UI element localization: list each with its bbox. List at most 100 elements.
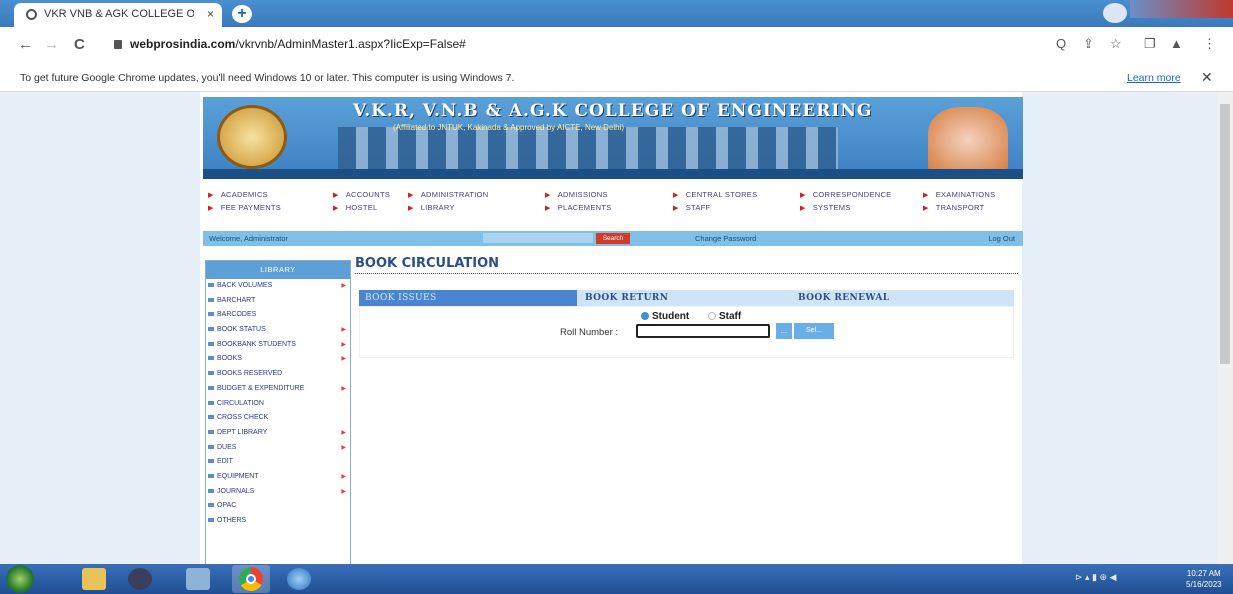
sidebar-item[interactable]: DUES ▶	[206, 441, 350, 456]
new-tab-button[interactable]: +	[232, 5, 252, 23]
address-bar[interactable]: webprosindia.com/vkrvnb/AdminMaster1.asp…	[114, 37, 466, 51]
menu-item[interactable]: STAFF	[673, 203, 710, 212]
menu-item[interactable]: ACCOUNTS	[333, 190, 390, 199]
system-tray[interactable]: ⊳ ▴ ▮ ⊕ ◀	[1075, 572, 1116, 583]
back-button[interactable]: ←	[18, 36, 33, 53]
account-icon[interactable]: ▲	[1170, 36, 1183, 51]
file-explorer-icon[interactable]	[82, 568, 106, 590]
menu-icon[interactable]: ⋮	[1203, 36, 1216, 52]
sidebar-item[interactable]: BOOKS RESERVED	[206, 367, 350, 382]
title-divider	[355, 273, 1018, 274]
logout-link[interactable]: Log Out	[988, 234, 1015, 243]
sidebar-item[interactable]: CIRCULATION	[206, 397, 350, 412]
globe-icon	[26, 9, 37, 20]
share-icon[interactable]: ⇪	[1083, 36, 1094, 52]
window-controls[interactable]	[1130, 0, 1233, 18]
page-scrollbar[interactable]	[1217, 92, 1233, 564]
tab-book-renewal[interactable]: BOOK RENEWAL	[795, 290, 1014, 306]
side-panel-icon[interactable]: ❐	[1144, 36, 1156, 52]
select-button[interactable]: Sel...	[794, 323, 834, 339]
menu-item[interactable]: EXAMINATIONS	[923, 190, 995, 199]
sidebar-item[interactable]: BARCODES	[206, 308, 350, 323]
sidebar-item-label: OPAC	[217, 502, 237, 510]
staff-radio-label: Staff	[719, 311, 742, 322]
sidebar-item-label: BOOK STATUS	[217, 326, 266, 334]
bullet-icon	[208, 503, 214, 508]
bullet-icon	[208, 327, 214, 332]
clock-date: 5/16/2023	[1186, 580, 1222, 589]
bullet-icon	[208, 312, 214, 317]
bullet-icon	[208, 341, 214, 346]
sidebar-item[interactable]: DEPT LIBRARY ▶	[206, 426, 350, 441]
clock[interactable]: 10:27 AM 5/16/2023	[1186, 568, 1222, 590]
site-content: V.K.R, V.N.B & A.G.K COLLEGE OF ENGINEER…	[200, 92, 1023, 565]
sidebar-item[interactable]: OTHERS	[206, 514, 350, 529]
menu-item[interactable]: ACADEMICS	[208, 190, 268, 199]
sidebar-item[interactable]: BOOK STATUS ▶	[206, 323, 350, 338]
sidebar-item[interactable]: BACK VOLUMES ▶	[206, 279, 350, 294]
tab-book-issues[interactable]: BOOK ISSUES	[359, 290, 577, 306]
scrollbar-thumb[interactable]	[1220, 104, 1230, 364]
sidebar-item-label: BARCHART	[217, 296, 256, 304]
tab-close-button[interactable]: ×	[207, 7, 214, 21]
bullet-icon	[208, 518, 214, 522]
chrome-icon	[239, 567, 263, 591]
sidebar-item[interactable]: BARCHART	[206, 294, 350, 309]
change-password-link[interactable]: Change Password	[695, 234, 756, 243]
sidebar-item[interactable]: BUDGET & EXPENDITURE ▶	[206, 382, 350, 397]
radio-empty-icon	[708, 312, 716, 320]
student-radio[interactable]: Student	[641, 311, 689, 322]
lookup-button[interactable]: ...	[776, 323, 792, 339]
forward-button[interactable]: →	[44, 36, 59, 53]
browser-tab-bar: VKR VNB & AGK COLLEGE OF E × +	[0, 0, 1233, 27]
menu-item[interactable]: CENTRAL STORES	[673, 190, 757, 199]
menu-item[interactable]: FEE PAYMENTS	[208, 203, 281, 212]
sidebar-item-label: OTHERS	[217, 517, 247, 524]
roll-number-input[interactable]	[636, 324, 770, 338]
search-box[interactable]	[483, 233, 593, 243]
menu-item[interactable]: TRANSPORT	[923, 203, 985, 212]
search-icon[interactable]: Q	[1056, 36, 1066, 51]
menu-item[interactable]: ADMINISTRATION	[408, 190, 489, 199]
browser-toolbar: ← → C webprosindia.com/vkrvnb/AdminMaste…	[0, 27, 1233, 63]
start-button[interactable]	[6, 565, 34, 593]
menu-item[interactable]: LIBRARY	[408, 203, 455, 212]
reload-button[interactable]: C	[74, 36, 85, 53]
tab-book-return[interactable]: BOOK RETURN	[577, 290, 795, 306]
sidebar-item[interactable]: OPAC	[206, 499, 350, 514]
chrome-taskbar-button[interactable]	[232, 565, 270, 593]
media-player-icon[interactable]	[128, 568, 152, 590]
bullet-icon	[208, 356, 214, 361]
sidebar-item[interactable]: BOOKBANK STUDENTS ▶	[206, 338, 350, 353]
internet-explorer-icon[interactable]	[287, 568, 311, 590]
bullet-icon	[208, 415, 214, 420]
staff-radio[interactable]: Staff	[708, 311, 741, 322]
sidebar-item-label: BOOKS	[217, 355, 242, 363]
browser-tab[interactable]: VKR VNB & AGK COLLEGE OF E ×	[14, 3, 222, 27]
menu-item[interactable]: HOSTEL	[333, 203, 378, 212]
profile-icon[interactable]	[1103, 3, 1127, 23]
sidebar-list: BACK VOLUMES ▶ BARCHART BARCODES BOOK STATUS…	[206, 279, 350, 529]
sidebar-item-label: BARCODES	[217, 311, 257, 319]
network-app-icon[interactable]	[186, 568, 210, 590]
sidebar-item[interactable]: BOOKS ▶	[206, 352, 350, 367]
sidebar-item[interactable]: JOURNALS ▶	[206, 485, 350, 500]
bookmark-star-icon[interactable]: ☆	[1110, 36, 1122, 52]
bullet-icon	[208, 444, 214, 449]
learn-more-link[interactable]: Learn more	[1127, 72, 1181, 84]
menu-item[interactable]: CORRESPONDENCE	[800, 190, 891, 199]
menu-item[interactable]: ADMISSIONS	[545, 190, 608, 199]
roll-number-label: Roll Number :	[560, 327, 619, 338]
page-title: BOOK CIRCULATION	[355, 256, 500, 271]
sidebar-item[interactable]: CROSS CHECK	[206, 411, 350, 426]
submenu-arrow-icon: ▶	[341, 283, 346, 289]
search-button[interactable]: Search	[596, 233, 630, 244]
user-bar: Welcome, Administrator Search Change Pas…	[203, 231, 1023, 246]
infobar-close-icon[interactable]: ✕	[1201, 69, 1213, 86]
college-banner: V.K.R, V.N.B & A.G.K COLLEGE OF ENGINEER…	[203, 97, 1023, 179]
menu-item[interactable]: PLACEMENTS	[545, 203, 612, 212]
bullet-icon	[208, 385, 214, 390]
sidebar-item[interactable]: EQUIPMENT ▶	[206, 470, 350, 485]
sidebar-item[interactable]: EDIT	[206, 455, 350, 470]
menu-item[interactable]: SYSTEMS	[800, 203, 851, 212]
